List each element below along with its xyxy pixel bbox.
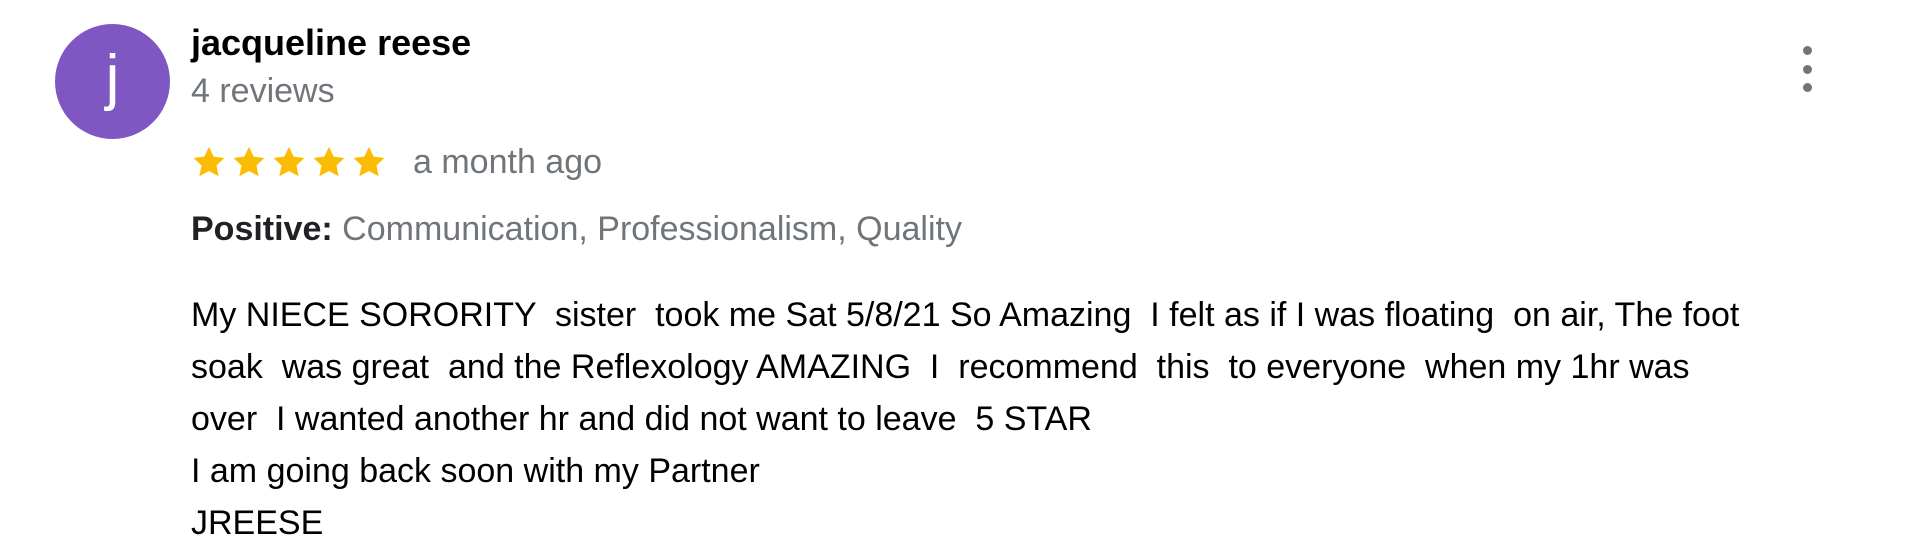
star-icon — [353, 146, 385, 177]
avatar[interactable]: j — [55, 24, 170, 139]
review-card: j jacqueline reese 4 reviews a month ago… — [0, 0, 1920, 555]
review-text-line: over I wanted another hr and did not wan… — [191, 400, 1092, 438]
star-icon — [313, 146, 345, 177]
review-highlights: Positive: Communication, Professionalism… — [191, 210, 962, 249]
star-rating: a month ago — [191, 141, 602, 183]
review-text-line: JREESE — [191, 504, 324, 542]
reviewer-review-count[interactable]: 4 reviews — [191, 72, 335, 111]
review-text-line: I am going back soon with my Partner — [191, 452, 760, 490]
avatar-letter: j — [105, 42, 120, 112]
highlights-values: Communication, Professionalism, Quality — [342, 210, 962, 248]
review-text-line: My NIECE SORORITY sister took me Sat 5/8… — [191, 296, 1740, 334]
more-vert-icon — [1802, 46, 1812, 55]
stars-row — [191, 144, 391, 180]
review-date: a month ago — [413, 142, 603, 181]
more-options-button[interactable] — [1790, 46, 1824, 92]
star-icon — [233, 146, 265, 177]
review-text: My NIECE SORORITY sister took me Sat 5/8… — [191, 289, 1901, 549]
more-vert-icon-dot — [1802, 83, 1812, 92]
reviewer-name[interactable]: jacqueline reese — [191, 22, 471, 64]
review-text-line: soak was great and the Reflexology AMAZI… — [191, 348, 1690, 386]
star-icon — [273, 146, 305, 177]
star-icon — [193, 146, 225, 177]
highlights-label: Positive: — [191, 210, 333, 248]
more-vert-icon-dot — [1802, 64, 1812, 74]
